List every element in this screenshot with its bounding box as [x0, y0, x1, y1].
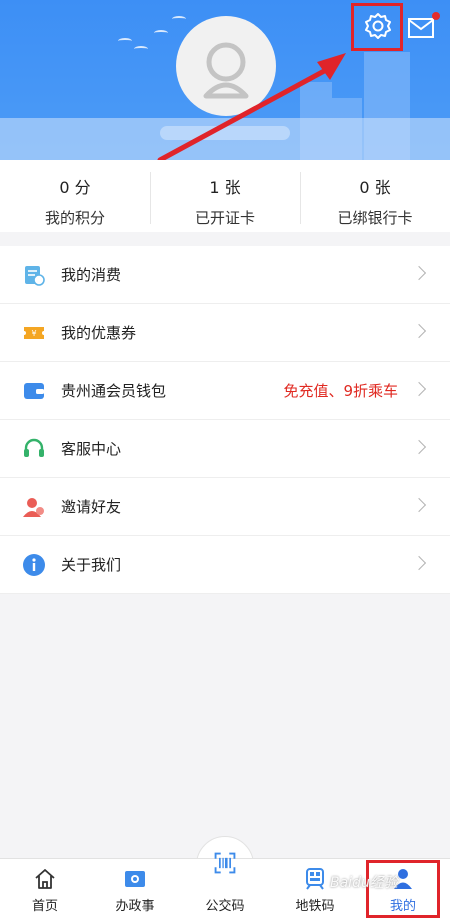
chevron-right-icon: [411, 439, 427, 455]
chevron-right-icon: [411, 323, 427, 339]
chevron-right-icon: [411, 555, 427, 571]
tab-label: 公交码: [205, 899, 245, 914]
government-icon: [123, 867, 147, 891]
consumption-icon: [22, 263, 46, 287]
coupon-icon: ¥: [22, 321, 46, 345]
invite-icon: [22, 495, 46, 519]
bank-cards-stat[interactable]: 0 张 已绑银行卡: [300, 160, 450, 232]
menu-item-invite[interactable]: 邀请好友: [0, 478, 450, 536]
stat-value: 0 分: [59, 178, 91, 197]
tab-label: 地铁码: [295, 899, 335, 914]
points-stat[interactable]: 0 分 我的积分: [0, 160, 150, 232]
stat-value: 0 张: [359, 178, 391, 197]
stats-row: 0 分 我的积分 1 张 已开证卡 0 张 已绑银行卡: [0, 160, 450, 232]
menu-item-label: 我的消费: [61, 266, 122, 284]
watermark: Baidu经验: [330, 875, 398, 891]
home-icon: [33, 867, 57, 891]
wallet-icon: [22, 379, 46, 403]
chevron-right-icon: [411, 497, 427, 513]
info-icon: [22, 553, 46, 577]
headset-icon: [22, 437, 46, 461]
tab-label: 首页: [31, 899, 58, 914]
stat-label: 我的积分: [44, 209, 105, 227]
menu-item-label: 我的优惠券: [61, 324, 137, 342]
menu-item-label: 关于我们: [61, 556, 122, 574]
menu-item-customer-service[interactable]: 客服中心: [0, 420, 450, 478]
menu-list: 我的消费 ¥ 我的优惠券 贵州通会员钱包 免充值、9折乘车 客服中心 邀请好友 …: [0, 246, 450, 594]
menu-item-wallet[interactable]: 贵州通会员钱包 免充值、9折乘车: [0, 362, 450, 420]
tab-label: 办政事: [115, 899, 155, 914]
metro-icon: [303, 867, 327, 891]
stat-label: 已绑银行卡: [337, 209, 413, 227]
tab-home[interactable]: 首页: [5, 859, 85, 920]
menu-item-label: 邀请好友: [61, 498, 122, 516]
menu-item-promo: 免充值、9折乘车: [283, 382, 398, 400]
tab-bus-code[interactable]: 公交码: [185, 852, 265, 920]
chevron-right-icon: [411, 265, 427, 281]
menu-item-about[interactable]: 关于我们: [0, 536, 450, 594]
stat-label: 已开证卡: [194, 209, 255, 227]
tab-government[interactable]: 办政事: [95, 859, 175, 920]
stat-value: 1 张: [209, 178, 241, 197]
menu-item-label: 客服中心: [61, 440, 122, 458]
menu-item-label: 贵州通会员钱包: [61, 382, 167, 400]
svg-text:¥: ¥: [31, 329, 36, 338]
chevron-right-icon: [411, 381, 427, 397]
cards-stat[interactable]: 1 张 已开证卡: [150, 160, 300, 232]
menu-item-coupons[interactable]: ¥ 我的优惠券: [0, 304, 450, 362]
scan-icon: [213, 851, 237, 875]
menu-item-consumption[interactable]: 我的消费: [0, 246, 450, 304]
